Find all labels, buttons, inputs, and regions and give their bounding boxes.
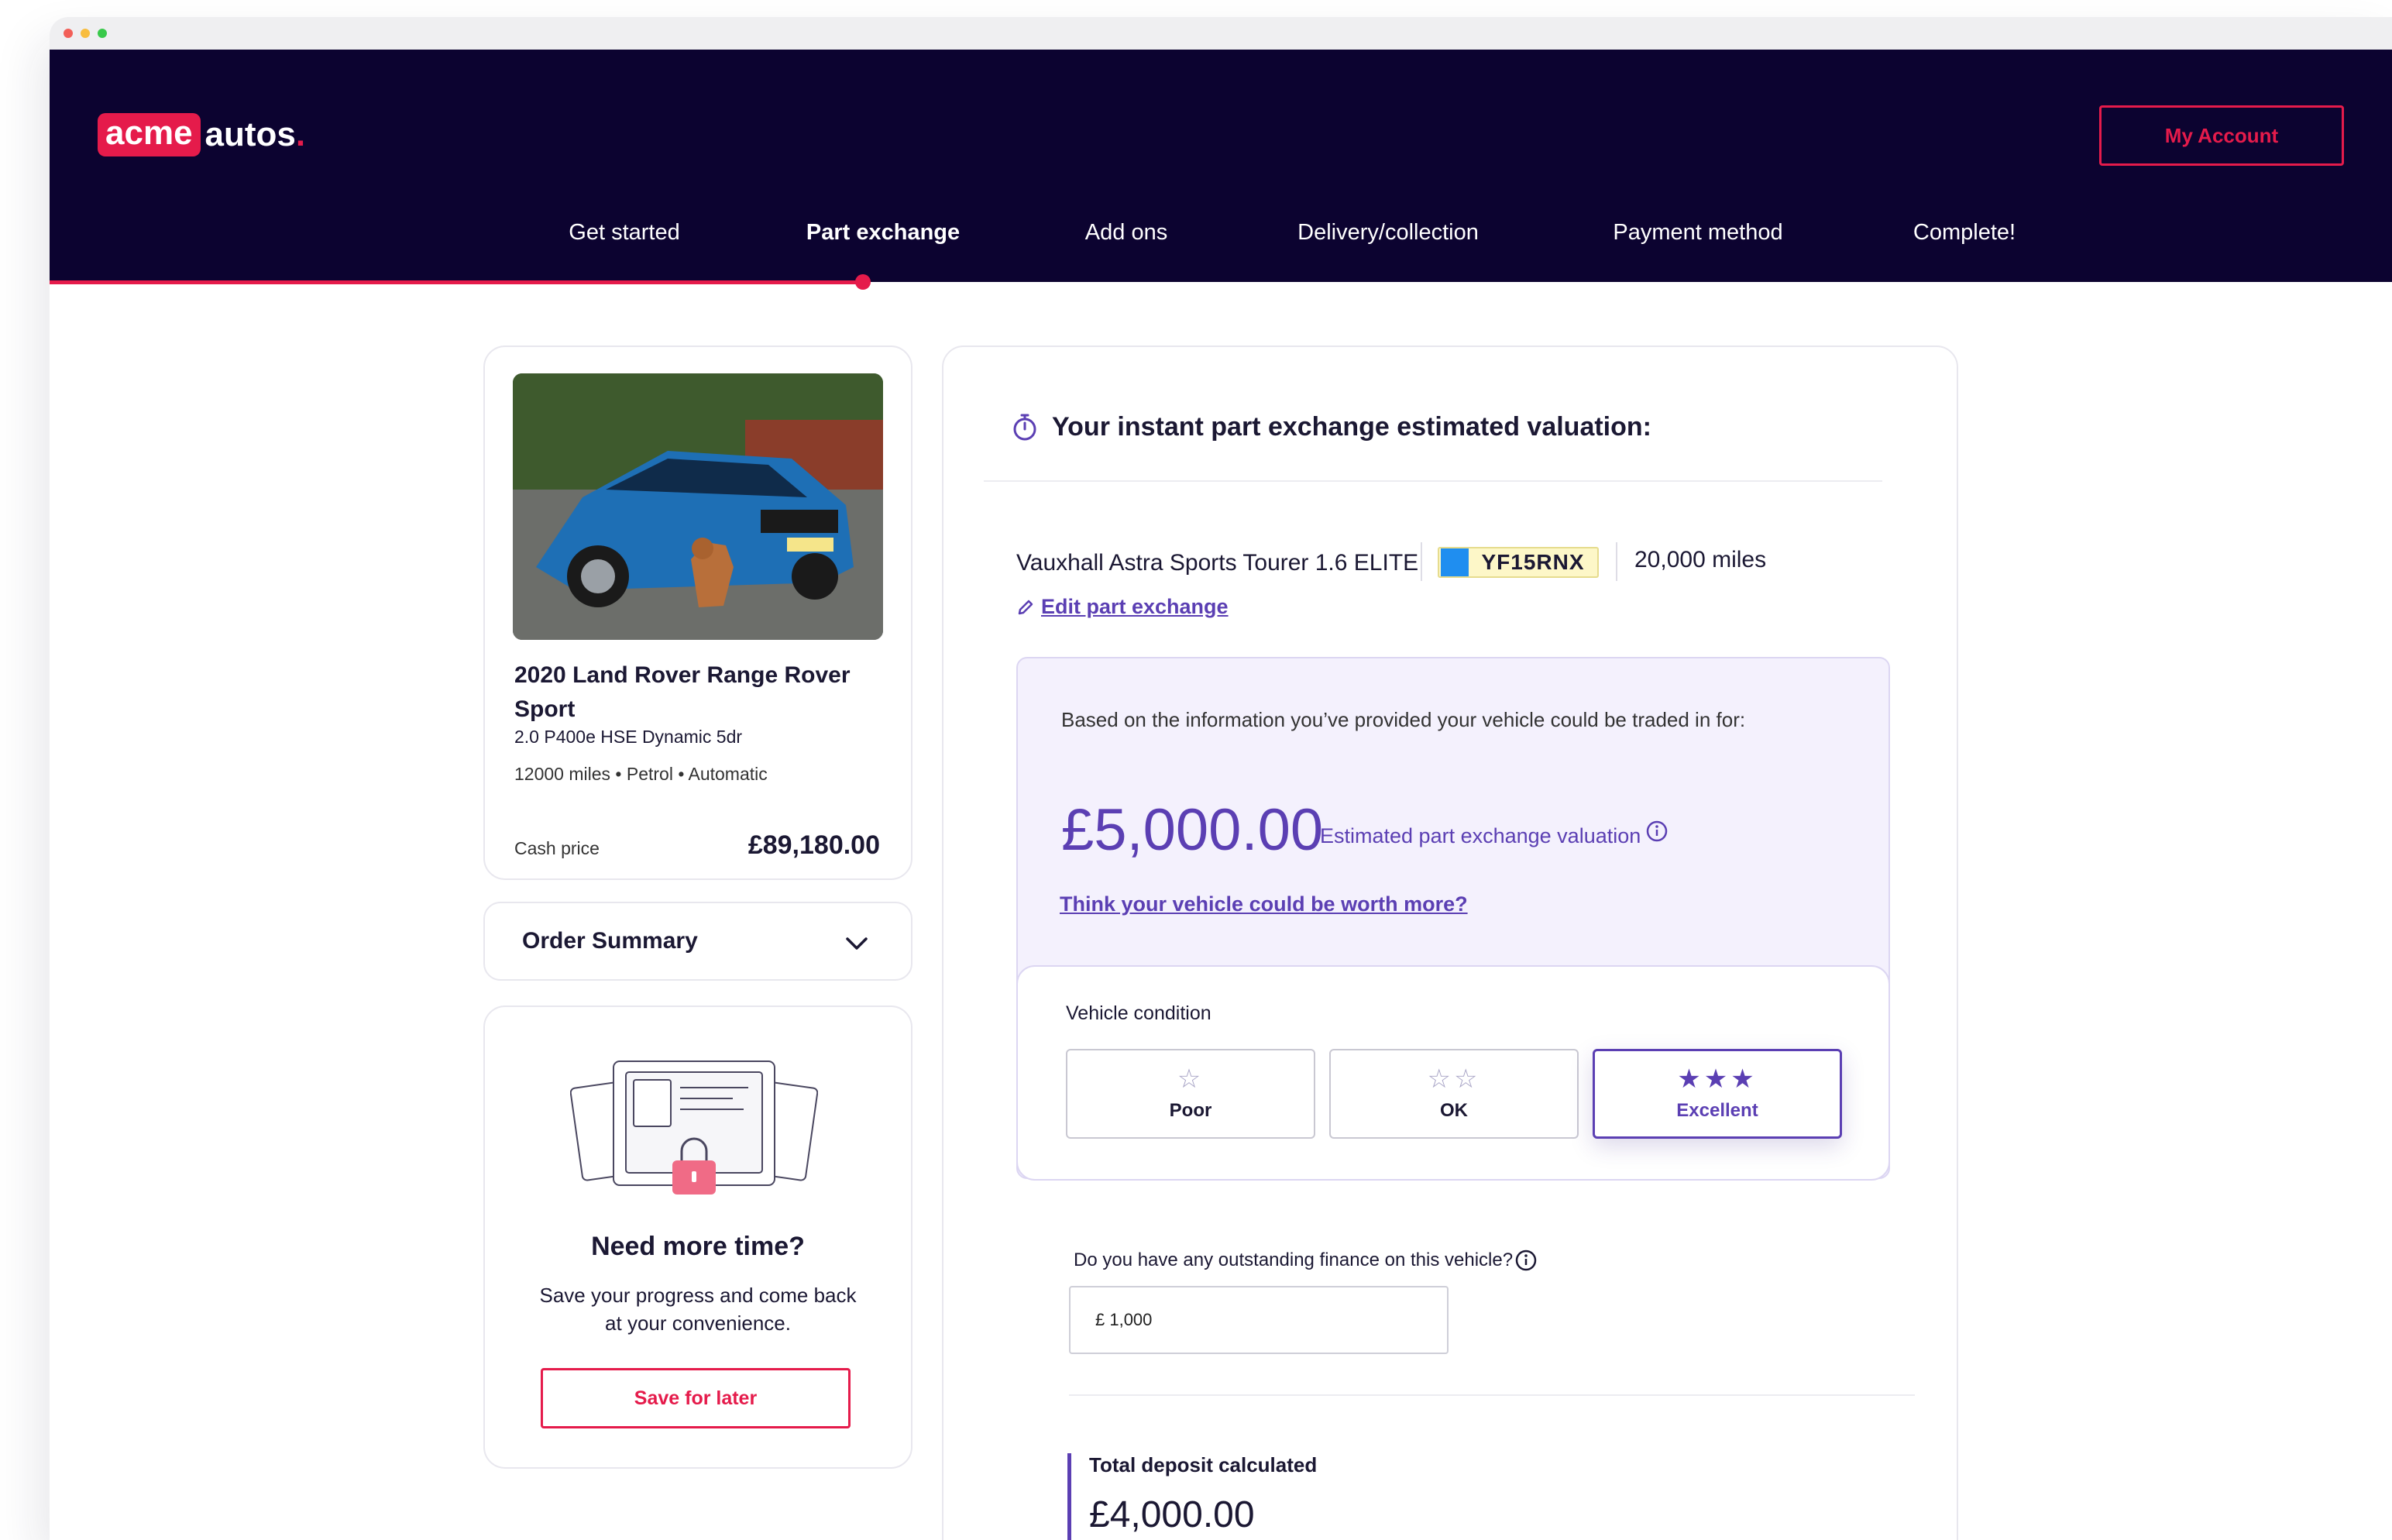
vehicle-title: 2020 Land Rover Range Rover Sport bbox=[514, 662, 851, 722]
my-account-button[interactable]: My Account bbox=[2099, 105, 2344, 166]
window-titlebar bbox=[50, 17, 2392, 50]
stopwatch-icon bbox=[1013, 414, 1036, 440]
chevron-down-icon bbox=[846, 937, 868, 950]
condition-excellent-label: Excellent bbox=[1676, 1100, 1758, 1121]
cash-price-value: £89,180.00 bbox=[748, 830, 880, 860]
progress-indicator-dot bbox=[855, 274, 871, 290]
info-icon[interactable] bbox=[1645, 820, 1669, 843]
registration-plate: YF15RNX bbox=[1438, 547, 1599, 578]
condition-excellent-option[interactable]: ★★★ Excellent bbox=[1593, 1049, 1842, 1139]
outstanding-finance-question: Do you have any outstanding finance on t… bbox=[1074, 1249, 1538, 1272]
order-summary-toggle[interactable]: Order Summary bbox=[483, 902, 912, 981]
save-title: Need more time? bbox=[591, 1232, 805, 1261]
separator bbox=[1421, 542, 1422, 581]
close-window-dot[interactable] bbox=[64, 29, 73, 38]
logo-autos: autos bbox=[204, 115, 296, 153]
save-progress-card: Need more time? Save your progress and c… bbox=[483, 1005, 912, 1469]
star-icon: ☆☆ bbox=[1427, 1064, 1481, 1094]
condition-ok-option[interactable]: ☆☆ OK bbox=[1329, 1049, 1579, 1139]
divider bbox=[984, 480, 1882, 482]
checkout-steps: Get started Part exchange Add ons Delive… bbox=[50, 220, 2392, 251]
vehicle-condition-label: Vehicle condition bbox=[1066, 1002, 1211, 1024]
vehicle-condition-panel: Vehicle condition ☆ Poor ☆☆ OK ★★★ Excel… bbox=[1016, 965, 1890, 1181]
valuation-heading-text: Your instant part exchange estimated val… bbox=[1052, 412, 1651, 442]
condition-poor-option[interactable]: ☆ Poor bbox=[1066, 1049, 1315, 1139]
logo-acme: acme bbox=[98, 113, 201, 156]
registration-text: YF15RNX bbox=[1481, 550, 1585, 574]
vehicle-meta: 12000 miles • Petrol • Automatic bbox=[514, 764, 768, 784]
deposit-accent-bar bbox=[1067, 1453, 1071, 1540]
pencil-icon bbox=[1018, 600, 1033, 614]
logo-dot: . bbox=[295, 115, 306, 153]
total-deposit-amount: £4,000.00 bbox=[1089, 1494, 1255, 1535]
worth-more-link[interactable]: Think your vehicle could be worth more? bbox=[1060, 892, 1468, 916]
order-summary-label: Order Summary bbox=[522, 928, 698, 954]
save-description: Save your progress and come back at your… bbox=[539, 1284, 857, 1335]
step-complete[interactable]: Complete! bbox=[1913, 220, 2016, 246]
progress-bar bbox=[50, 280, 864, 284]
outstanding-finance-text: Do you have any outstanding finance on t… bbox=[1074, 1250, 1514, 1270]
step-get-started[interactable]: Get started bbox=[569, 220, 679, 246]
valuation-amount: £5,000.00 bbox=[1061, 797, 1324, 863]
cash-price-label: Cash price bbox=[514, 838, 600, 858]
vehicle-subtitle: 2.0 P400e HSE Dynamic 5dr bbox=[514, 727, 743, 747]
condition-poor-label: Poor bbox=[1169, 1100, 1212, 1121]
star-icon: ★★★ bbox=[1677, 1064, 1758, 1094]
step-payment-method[interactable]: Payment method bbox=[1613, 220, 1782, 246]
browser-window: acme autos. My Account Get started Part … bbox=[50, 17, 2392, 1540]
outstanding-finance-input[interactable] bbox=[1069, 1286, 1449, 1354]
edit-part-exchange-label: Edit part exchange bbox=[1041, 595, 1229, 618]
vehicle-photo bbox=[513, 373, 883, 640]
site-header: acme autos. My Account Get started Part … bbox=[50, 50, 2392, 290]
valuation-amount-label: Estimated part exchange valuation bbox=[1320, 820, 1669, 848]
valuation-card: Your instant part exchange estimated val… bbox=[942, 345, 1958, 1540]
save-progress-illustration bbox=[570, 1060, 818, 1195]
valuation-amount-label-text: Estimated part exchange valuation bbox=[1320, 824, 1641, 847]
star-icon: ☆ bbox=[1177, 1064, 1205, 1094]
maximize-window-dot[interactable] bbox=[98, 29, 107, 38]
part-exchange-mileage: 20,000 miles bbox=[1634, 547, 1767, 572]
separator bbox=[1616, 542, 1617, 581]
valuation-note: Based on the information you’ve provided… bbox=[1061, 708, 1746, 731]
save-for-later-button[interactable]: Save for later bbox=[541, 1368, 851, 1428]
valuation-heading: Your instant part exchange estimated val… bbox=[1012, 412, 1651, 442]
step-part-exchange[interactable]: Part exchange bbox=[806, 220, 960, 246]
total-deposit-label: Total deposit calculated bbox=[1089, 1453, 1318, 1476]
info-icon[interactable] bbox=[1514, 1249, 1538, 1272]
step-delivery-collection[interactable]: Delivery/collection bbox=[1297, 220, 1479, 246]
condition-ok-label: OK bbox=[1440, 1100, 1468, 1121]
valuation-result-box: Based on the information you’ve provided… bbox=[1016, 657, 1890, 1181]
edit-part-exchange-link[interactable]: Edit part exchange bbox=[1016, 595, 1229, 619]
step-add-ons[interactable]: Add ons bbox=[1085, 220, 1167, 246]
minimize-window-dot[interactable] bbox=[81, 29, 90, 38]
part-exchange-vehicle-name: Vauxhall Astra Sports Tourer 1.6 ELITE bbox=[1016, 550, 1419, 576]
divider bbox=[1069, 1394, 1915, 1396]
acme-autos-logo[interactable]: acme autos. bbox=[98, 113, 305, 156]
vehicle-card: 2020 Land Rover Range Rover Sport 2.0 P4… bbox=[483, 345, 912, 880]
plate-band bbox=[1441, 548, 1469, 576]
